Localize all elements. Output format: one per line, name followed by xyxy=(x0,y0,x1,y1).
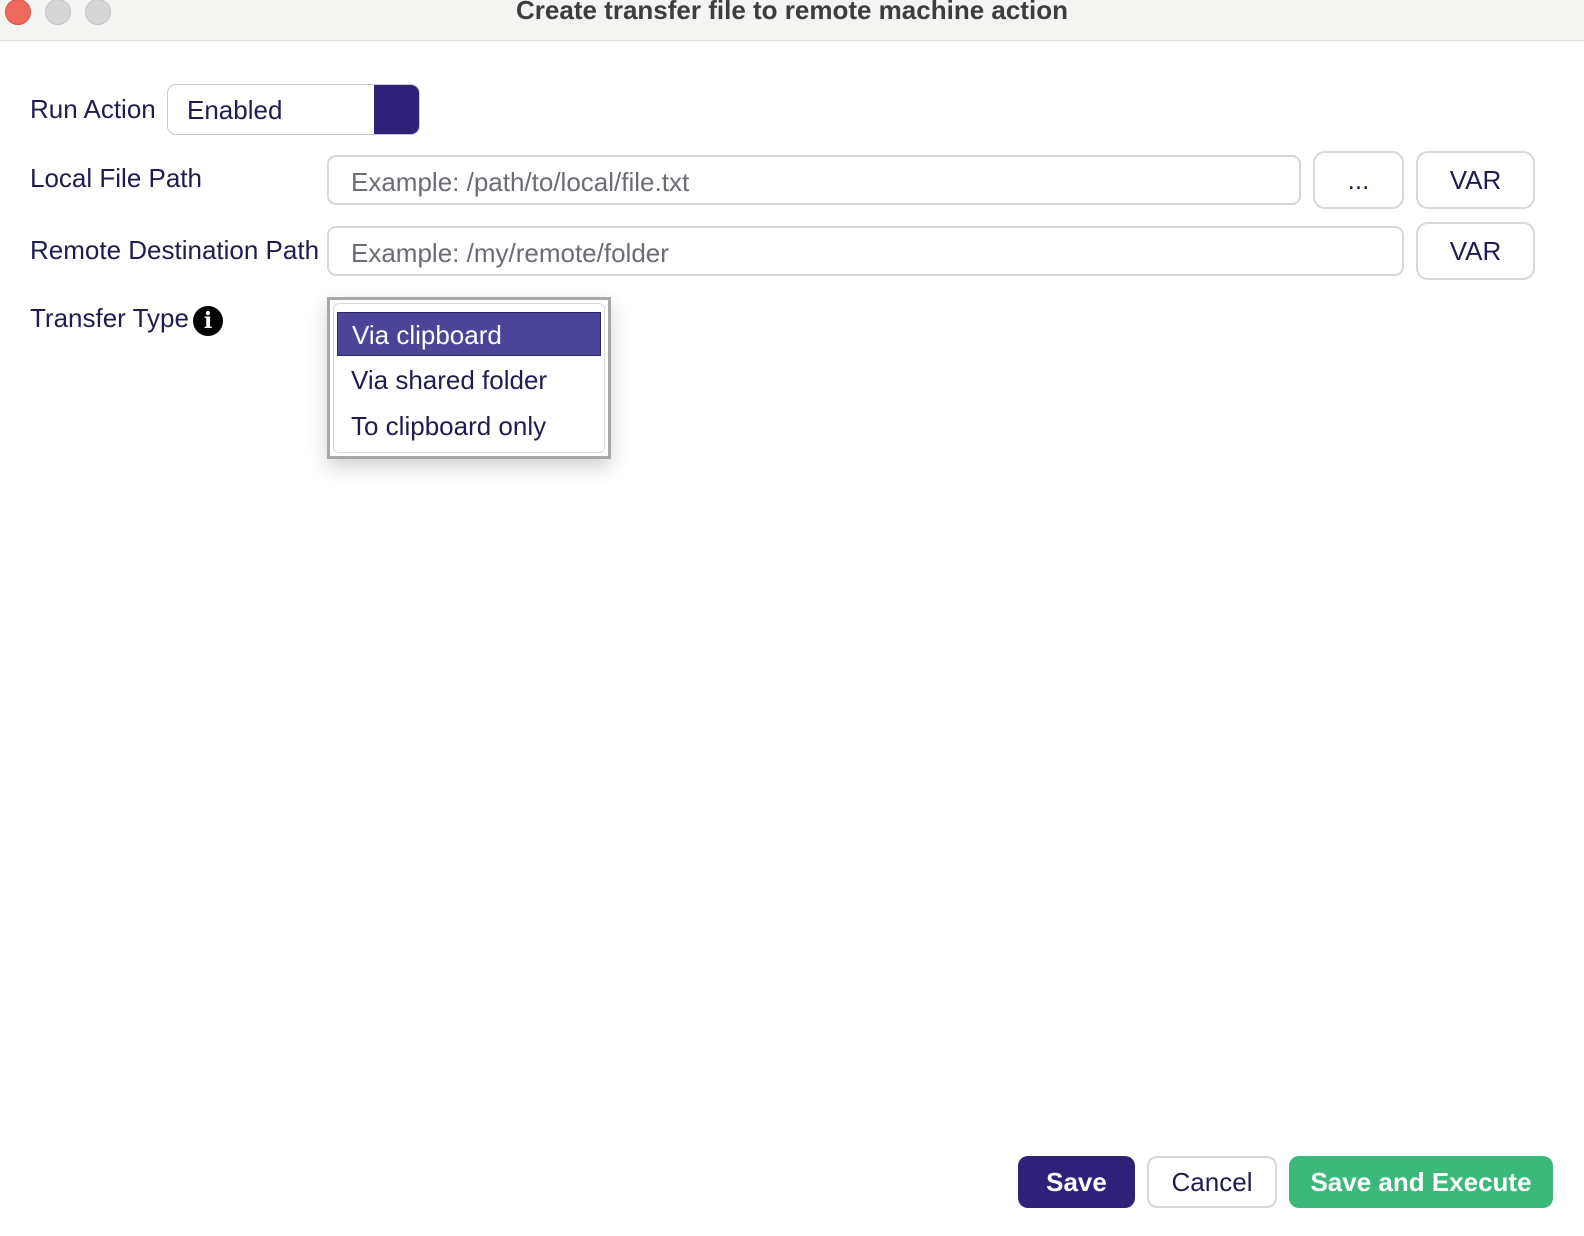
dialog-window: Create transfer file to remote machine a… xyxy=(0,0,1584,1236)
window-title: Create transfer file to remote machine a… xyxy=(516,0,1068,25)
run-action-dropdown-toggle[interactable] xyxy=(374,85,419,134)
info-icon[interactable]: i xyxy=(193,306,223,336)
run-action-select[interactable]: Enabled xyxy=(167,84,420,135)
cancel-button[interactable]: Cancel xyxy=(1147,1156,1277,1208)
transfer-type-dropdown[interactable]: Via clipboard Via shared folder To clipb… xyxy=(327,297,611,459)
transfer-type-option-via-shared-folder[interactable]: Via shared folder xyxy=(337,358,601,402)
run-action-label: Run Action xyxy=(30,94,156,124)
local-file-path-label: Local File Path xyxy=(30,163,202,193)
local-file-path-placeholder: Example: /path/to/local/file.txt xyxy=(351,167,690,197)
local-file-path-input[interactable]: Example: /path/to/local/file.txt xyxy=(327,155,1301,205)
local-file-path-var-button[interactable]: VAR xyxy=(1416,151,1535,209)
transfer-type-option-to-clipboard-only[interactable]: To clipboard only xyxy=(337,404,601,448)
transfer-type-options-list: Via clipboard Via shared folder To clipb… xyxy=(333,303,605,453)
remote-destination-path-label: Remote Destination Path xyxy=(30,235,320,265)
transfer-type-label: Transfer Type xyxy=(30,303,189,333)
save-button[interactable]: Save xyxy=(1018,1156,1135,1208)
save-and-execute-button[interactable]: Save and Execute xyxy=(1289,1156,1553,1208)
remote-destination-var-button[interactable]: VAR xyxy=(1416,222,1535,280)
browse-button[interactable]: ... xyxy=(1313,151,1404,209)
transfer-type-option-via-clipboard[interactable]: Via clipboard xyxy=(337,312,601,356)
run-action-value: Enabled xyxy=(187,95,283,125)
remote-destination-path-placeholder: Example: /my/remote/folder xyxy=(351,238,669,268)
title-bar: Create transfer file to remote machine a… xyxy=(0,0,1584,41)
remote-destination-path-input[interactable]: Example: /my/remote/folder xyxy=(327,226,1404,276)
